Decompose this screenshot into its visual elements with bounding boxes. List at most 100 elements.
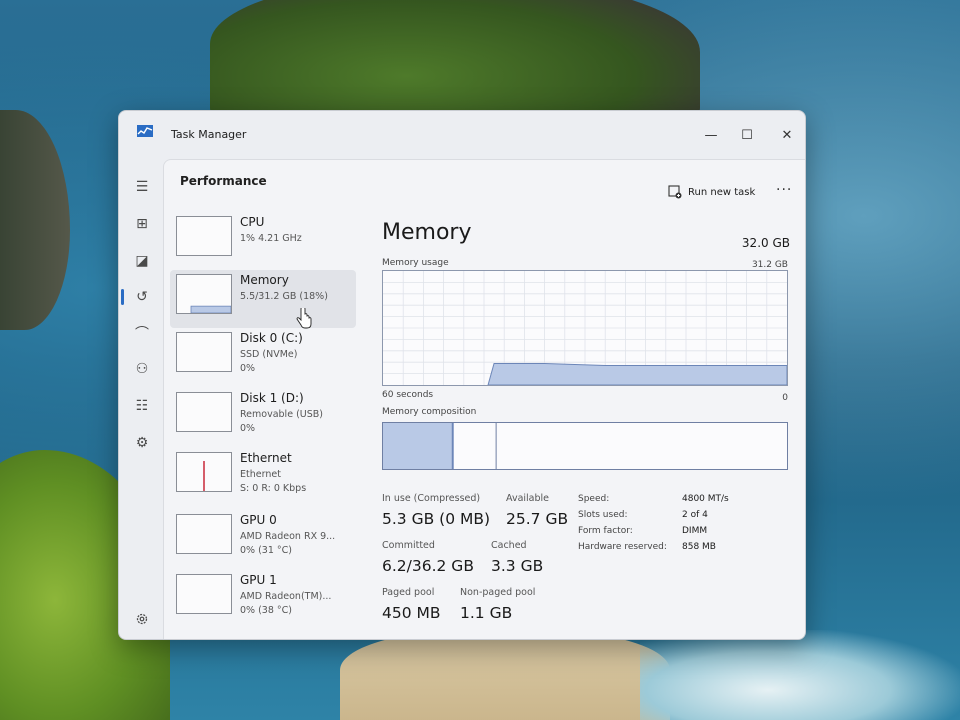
device-disk-0[interactable]: Disk 0 (C:) SSD (NVMe) 0% xyxy=(170,328,356,386)
more-options-button[interactable]: ··· xyxy=(776,182,792,198)
run-new-task-icon xyxy=(668,185,682,199)
memory-thumbnail-sparkline xyxy=(190,305,232,314)
device-name: Memory xyxy=(240,273,289,287)
total-memory: 32.0 GB xyxy=(741,236,790,250)
cached-label: Cached xyxy=(491,540,527,551)
memory-usage-graph xyxy=(382,270,788,386)
memory-usage-area xyxy=(487,362,788,386)
maximize-icon: ☐ xyxy=(741,127,753,143)
nav-app-history[interactable]: ↺ xyxy=(127,283,157,311)
processes-icon: ⊞ xyxy=(136,216,148,232)
non-paged-pool-label: Non-paged pool xyxy=(460,587,536,598)
task-manager-app-icon xyxy=(137,125,153,137)
navigation-rail: ☰ ⊞ ◪ ↺ ⌒ ⚇ ☷ ⚙ xyxy=(119,159,163,639)
nav-active-indicator xyxy=(121,289,124,305)
close-button[interactable]: ✕ xyxy=(767,121,805,149)
non-paged-pool-value: 1.1 GB xyxy=(460,604,513,622)
settings-icon xyxy=(136,613,148,625)
device-name: Disk 0 (C:) xyxy=(240,331,303,345)
form-factor-value: DIMM xyxy=(682,526,708,536)
ethernet-thumbnail-graph xyxy=(176,452,232,492)
device-subtitle: SSD (NVMe) xyxy=(240,349,298,360)
memory-usage-label: Memory usage xyxy=(382,258,449,268)
app-history-icon: ↺ xyxy=(136,289,148,305)
in-use-value: 5.3 GB (0 MB) xyxy=(382,510,491,528)
memory-usage-chart xyxy=(383,271,788,386)
memory-composition-chart xyxy=(383,423,497,469)
device-subtitle: Removable (USB) xyxy=(240,409,323,420)
nav-performance[interactable]: ◪ xyxy=(127,247,157,275)
memory-composition-bar xyxy=(382,422,788,470)
device-subtitle-2: 0% xyxy=(240,423,256,434)
startup-apps-icon: ⌒ xyxy=(135,326,149,342)
device-cpu[interactable]: CPU 1% 4.21 GHz xyxy=(170,212,356,270)
memory-thumbnail-graph xyxy=(176,274,232,314)
detail-title: Memory xyxy=(382,220,472,245)
device-name: Disk 1 (D:) xyxy=(240,391,304,405)
page-header: Performance Run new task ··· xyxy=(164,160,805,210)
nav-startup-apps[interactable]: ⌒ xyxy=(127,319,157,347)
device-name: Ethernet xyxy=(240,451,292,465)
available-value: 25.7 GB xyxy=(506,510,569,528)
nav-details[interactable]: ☷ xyxy=(127,392,157,420)
device-subtitle-2: 0% xyxy=(240,363,256,374)
device-list: CPU 1% 4.21 GHz Memory 5.5/31.2 GB (18%)… xyxy=(170,212,356,639)
users-icon: ⚇ xyxy=(135,361,149,377)
details-icon: ☷ xyxy=(135,398,149,414)
nav-services[interactable]: ⚙ xyxy=(127,429,157,457)
title-bar[interactable]: Task Manager — ☐ ✕ xyxy=(119,111,805,159)
device-subtitle-2: 0% (31 °C) xyxy=(240,545,292,556)
cached-value: 3.3 GB xyxy=(491,557,544,575)
device-gpu-1[interactable]: GPU 1 AMD Radeon(TM)... 0% (38 °C) xyxy=(170,570,356,628)
gpu0-thumbnail-graph xyxy=(176,514,232,554)
available-label: Available xyxy=(506,493,550,504)
slots-used-value: 2 of 4 xyxy=(682,510,708,520)
device-memory[interactable]: Memory 5.5/31.2 GB (18%) xyxy=(170,270,356,328)
committed-label: Committed xyxy=(382,540,435,551)
run-new-task-button[interactable]: Run new task xyxy=(668,182,755,202)
composition-modified xyxy=(451,423,454,469)
device-name: GPU 1 xyxy=(240,573,277,587)
hardware-reserved-value: 858 MB xyxy=(682,542,716,552)
nav-processes[interactable]: ⊞ xyxy=(127,210,157,238)
close-icon: ✕ xyxy=(781,127,793,143)
paged-pool-value: 450 MB xyxy=(382,604,441,622)
run-new-task-label: Run new task xyxy=(688,186,756,198)
services-icon: ⚙ xyxy=(135,435,149,451)
device-subtitle: 5.5/31.2 GB (18%) xyxy=(240,291,328,302)
device-subtitle: Ethernet xyxy=(240,469,281,480)
in-use-label: In use (Compressed) xyxy=(382,493,481,504)
cpu-thumbnail-graph xyxy=(176,216,232,256)
slots-used-label: Slots used: xyxy=(578,510,628,520)
window-title: Task Manager xyxy=(171,128,247,141)
composition-in-use xyxy=(383,423,452,469)
nav-settings[interactable] xyxy=(127,605,157,633)
device-gpu-0[interactable]: GPU 0 AMD Radeon RX 9... 0% (31 °C) xyxy=(170,510,356,568)
wallpaper-beach xyxy=(340,630,670,720)
device-subtitle: 1% 4.21 GHz xyxy=(240,233,302,244)
nav-users[interactable]: ⚇ xyxy=(127,355,157,383)
minimize-button[interactable]: — xyxy=(691,121,731,149)
memory-composition-label: Memory composition xyxy=(382,407,477,417)
performance-icon: ◪ xyxy=(135,253,149,269)
device-name: CPU xyxy=(240,215,265,229)
device-subtitle: AMD Radeon(TM)... xyxy=(240,591,332,602)
committed-value: 6.2/36.2 GB xyxy=(382,557,474,575)
paged-pool-label: Paged pool xyxy=(382,587,435,598)
memory-detail-panel: Memory 32.0 GB Memory usage 31.2 GB 60 s… xyxy=(382,220,790,639)
form-factor-label: Form factor: xyxy=(578,526,633,536)
device-ethernet[interactable]: Ethernet Ethernet S: 0 R: 0 Kbps xyxy=(170,448,356,506)
disk0-thumbnail-graph xyxy=(176,332,232,372)
gpu1-thumbnail-graph xyxy=(176,574,232,614)
device-disk-1[interactable]: Disk 1 (D:) Removable (USB) 0% xyxy=(170,388,356,446)
performance-pane: Performance Run new task ··· CPU 1% 4.21… xyxy=(163,159,805,639)
hamburger-menu-icon: ☰ xyxy=(135,179,149,195)
hardware-reserved-label: Hardware reserved: xyxy=(578,542,667,552)
time-end-label: 0 xyxy=(782,393,788,403)
nav-menu-button[interactable]: ☰ xyxy=(127,173,157,201)
memory-usage-max: 31.2 GB xyxy=(751,260,788,270)
device-subtitle-2: 0% (38 °C) xyxy=(240,605,292,616)
device-subtitle-2: S: 0 R: 0 Kbps xyxy=(240,483,307,494)
speed-value: 4800 MT/s xyxy=(682,494,729,504)
maximize-button[interactable]: ☐ xyxy=(727,121,767,149)
